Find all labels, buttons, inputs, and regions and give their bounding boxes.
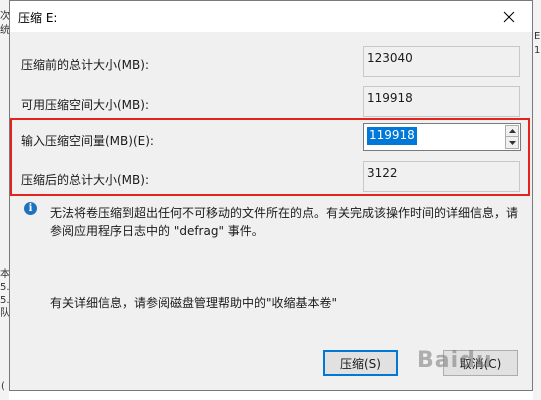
shrink-button[interactable]: 压缩(S) — [323, 350, 398, 376]
shrink-dialog: 压缩 E: 压缩前的总计大小(MB): 123040 可用压缩空间大小(MB):… — [9, 0, 533, 391]
title-bar: 压缩 E: — [10, 1, 532, 32]
highlight-box — [10, 118, 530, 196]
background-text: 1 — [534, 45, 541, 56]
info-icon: i — [24, 202, 37, 215]
info-message: 无法将卷压缩到超出任何不可移动的文件所在的点。有关完成该操作时间的详细信息，请参… — [50, 206, 519, 238]
background-text: ( — [1, 381, 5, 392]
close-button[interactable] — [486, 1, 532, 32]
background-window-left — [0, 0, 9, 400]
size-before-value: 123040 — [363, 46, 520, 77]
help-message: 有关详细信息，请参阅磁盘管理帮助中的"收缩基本卷" — [50, 296, 338, 310]
size-before-label: 压缩前的总计大小(MB): — [21, 58, 149, 72]
watermark: Baidu — [417, 348, 493, 373]
available-space-value: 119918 — [363, 86, 520, 117]
available-space-label: 可用压缩空间大小(MB): — [21, 98, 149, 112]
dialog-title: 压缩 E: — [18, 11, 58, 25]
close-icon — [503, 11, 515, 22]
background-window-right — [533, 0, 541, 400]
background-text: E — [534, 31, 541, 42]
